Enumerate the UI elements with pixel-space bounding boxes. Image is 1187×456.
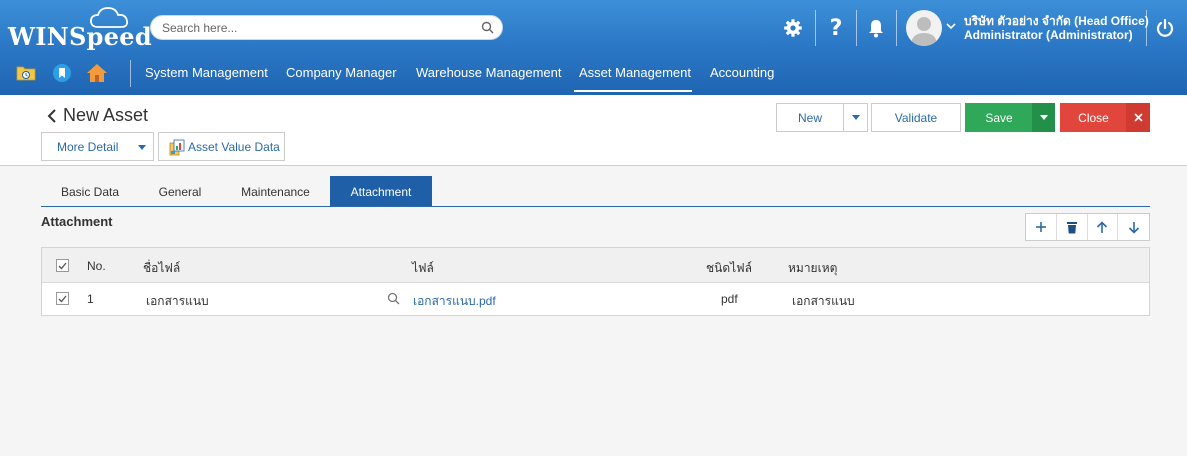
new-dropdown-button[interactable] bbox=[843, 103, 868, 132]
caret-down-icon bbox=[1039, 115, 1048, 120]
row-file-type: pdf bbox=[721, 292, 738, 306]
save-button[interactable]: Save bbox=[965, 103, 1033, 132]
attachment-grid: No. ชื่อไฟล์ ไฟล์ ชนิดไฟล์ หมายเหตุ 1 เอ… bbox=[41, 247, 1150, 316]
close-x-button[interactable] bbox=[1126, 103, 1150, 132]
more-detail-button[interactable]: More Detail bbox=[41, 132, 154, 161]
bell-icon[interactable] bbox=[862, 14, 890, 42]
move-up-icon[interactable] bbox=[1088, 214, 1119, 240]
row-file-link[interactable]: เอกสารแนบ.pdf bbox=[413, 292, 496, 311]
user-name: Administrator (Administrator) bbox=[964, 28, 1133, 42]
search-icon[interactable] bbox=[387, 292, 400, 305]
row-file-name[interactable]: เอกสารแนบ bbox=[146, 292, 209, 311]
caret-down-icon bbox=[138, 145, 146, 150]
close-button-label: Close bbox=[1078, 110, 1109, 125]
header-divider bbox=[896, 10, 897, 46]
search-box[interactable] bbox=[150, 15, 503, 40]
more-detail-label: More Detail bbox=[57, 139, 119, 154]
table-row[interactable]: 1 เอกสารแนบ เอกสารแนบ.pdf pdf เอกสารแนบ bbox=[42, 283, 1149, 315]
page-title: New Asset bbox=[63, 105, 149, 125]
row-no: 1 bbox=[87, 292, 94, 306]
delete-icon[interactable] bbox=[1057, 214, 1088, 240]
asset-value-icon bbox=[169, 139, 185, 156]
tab-general[interactable]: General bbox=[139, 176, 221, 207]
asset-value-label: Asset Value Data bbox=[188, 139, 280, 154]
new-button[interactable]: New bbox=[776, 103, 844, 132]
asset-value-data-button[interactable]: Asset Value Data bbox=[158, 132, 285, 161]
close-icon bbox=[1133, 113, 1143, 122]
logo-text: WINSpeed bbox=[8, 22, 152, 51]
back-arrow-icon[interactable] bbox=[46, 108, 58, 124]
bookmark-icon[interactable] bbox=[51, 62, 73, 84]
menu-system-management[interactable]: System Management bbox=[145, 65, 268, 80]
tab-attachment[interactable]: Attachment bbox=[330, 176, 432, 207]
save-button-label: Save bbox=[985, 110, 1013, 125]
grid-header: No. ชื่อไฟล์ ไฟล์ ชนิดไฟล์ หมายเหตุ bbox=[42, 248, 1149, 283]
move-down-icon[interactable] bbox=[1118, 214, 1149, 240]
avatar[interactable] bbox=[906, 10, 942, 46]
validate-button-label: Validate bbox=[894, 110, 938, 125]
column-header-no[interactable]: No. bbox=[87, 259, 106, 273]
close-button[interactable]: Close bbox=[1060, 103, 1127, 132]
column-header-file[interactable]: ไฟล์ bbox=[412, 259, 434, 278]
section-title: Attachment bbox=[41, 214, 113, 229]
column-header-file-name[interactable]: ชื่อไฟล์ bbox=[143, 259, 180, 278]
menu-accounting[interactable]: Accounting bbox=[710, 65, 774, 80]
gear-icon[interactable] bbox=[779, 14, 807, 42]
chevron-down-icon[interactable] bbox=[946, 22, 956, 30]
add-icon[interactable] bbox=[1026, 214, 1057, 240]
search-icon[interactable] bbox=[481, 21, 494, 34]
new-button-label: New bbox=[797, 110, 822, 125]
help-icon[interactable]: ? bbox=[822, 14, 850, 42]
header-divider bbox=[856, 10, 857, 46]
header-divider bbox=[1146, 10, 1147, 46]
menu-warehouse-management[interactable]: Warehouse Management bbox=[416, 65, 562, 80]
winspeed-logo[interactable]: WINSpeed bbox=[8, 6, 152, 52]
menu-company-manager[interactable]: Company Manager bbox=[286, 65, 397, 80]
column-header-file-type[interactable]: ชนิดไฟล์ bbox=[706, 259, 752, 278]
tab-basic-data[interactable]: Basic Data bbox=[41, 176, 139, 207]
row-remark[interactable]: เอกสารแนบ bbox=[792, 292, 855, 311]
select-all-checkbox[interactable] bbox=[56, 259, 69, 272]
tab-maintenance[interactable]: Maintenance bbox=[221, 176, 330, 207]
caret-down-icon bbox=[851, 115, 860, 120]
folder-clock-icon[interactable] bbox=[15, 62, 37, 84]
search-input[interactable] bbox=[151, 16, 451, 39]
save-dropdown-button[interactable] bbox=[1032, 103, 1055, 132]
home-icon[interactable] bbox=[86, 62, 108, 84]
tab-underline bbox=[41, 206, 1150, 207]
column-header-remark[interactable]: หมายเหตุ bbox=[788, 259, 837, 278]
menu-asset-management[interactable]: Asset Management bbox=[579, 65, 691, 80]
grid-toolbar bbox=[1025, 213, 1150, 241]
row-checkbox[interactable] bbox=[56, 292, 69, 305]
validate-button[interactable]: Validate bbox=[871, 103, 961, 132]
power-icon[interactable] bbox=[1151, 14, 1179, 42]
menu-divider bbox=[130, 60, 131, 87]
active-menu-indicator bbox=[574, 90, 692, 92]
header-divider bbox=[815, 10, 816, 46]
